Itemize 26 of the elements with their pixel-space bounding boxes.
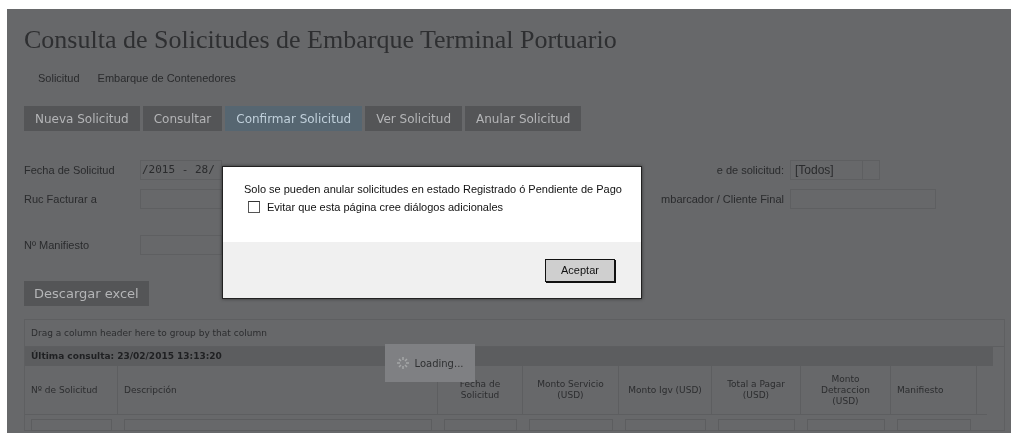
checkbox[interactable] — [248, 201, 260, 213]
toolbar-button[interactable]: Confirmar Solicitud — [225, 106, 363, 131]
checkbox-label[interactable]: Evitar que esta página cree diálogos adicionales — [267, 201, 504, 213]
filter-label: Nº Manifiesto — [24, 239, 91, 251]
filter-field[interactable]: /2015 - 28/ — [140, 160, 222, 180]
breadcrumb-link[interactable]: Embarque de Contenedores — [97, 72, 236, 84]
filter-field[interactable] — [140, 235, 222, 255]
status-select[interactable]: [Todos] — [790, 160, 880, 180]
column-header[interactable]: Monto Detraccion (USD) — [801, 366, 891, 414]
column-header[interactable]: Monto Servicio (USD) — [523, 366, 619, 414]
filter-field[interactable] — [140, 189, 222, 209]
export-button[interactable]: Descargar excel — [24, 281, 149, 306]
toolbar-button[interactable]: Anular Solicitud — [465, 106, 582, 131]
accept-button[interactable]: Aceptar — [545, 258, 615, 282]
toolbar-button[interactable]: Consultar — [142, 106, 223, 131]
page-title: Consulta de Solicitudes de Embarque Terminal Portuario — [24, 24, 618, 55]
toolbar-button[interactable]: Ver Solicitud — [365, 106, 463, 131]
loading-text: Loading... — [414, 357, 464, 369]
column-header[interactable]: Manifiesto — [891, 366, 977, 414]
dialog-message: Solo se pueden anular solicitudes en estado Registrado ó Pendiente de Pago — [244, 183, 623, 195]
filter-label: Fecha de Solicitud — [24, 164, 116, 176]
spinner-icon — [396, 357, 409, 369]
filter-label: Ruc Facturar a — [24, 193, 98, 205]
filter-label: mbarcador / Cliente Final — [660, 193, 785, 205]
breadcrumb-link[interactable]: Solicitud — [38, 72, 80, 84]
toolbar-button[interactable]: Nueva Solicitud — [24, 106, 140, 131]
